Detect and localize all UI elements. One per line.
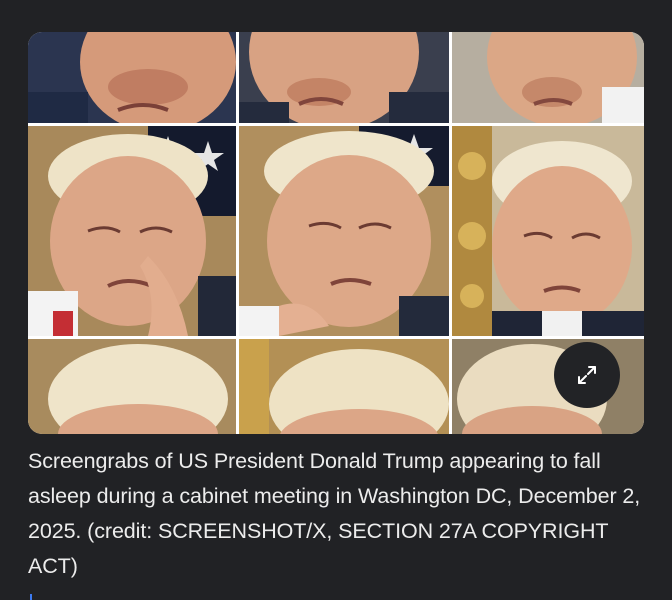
scroll-indicator (30, 594, 32, 600)
image-caption: Screengrabs of US President Donald Trump… (28, 449, 641, 578)
photo-collage[interactable] (28, 32, 644, 434)
photo-tile-8 (239, 339, 449, 434)
photo-tile-5 (239, 126, 449, 336)
photo-grid (28, 32, 644, 434)
photo-tile-2 (239, 32, 449, 123)
expand-arrows-icon (575, 363, 599, 387)
photo-tile-1 (28, 32, 236, 123)
photo-tile-4 (28, 126, 236, 336)
expand-image-button[interactable] (554, 342, 620, 408)
photo-tile-7 (28, 339, 236, 434)
article-media-view: Screengrabs of US President Donald Trump… (0, 0, 672, 600)
photo-tile-6 (452, 126, 644, 336)
photo-tile-3 (452, 32, 644, 123)
